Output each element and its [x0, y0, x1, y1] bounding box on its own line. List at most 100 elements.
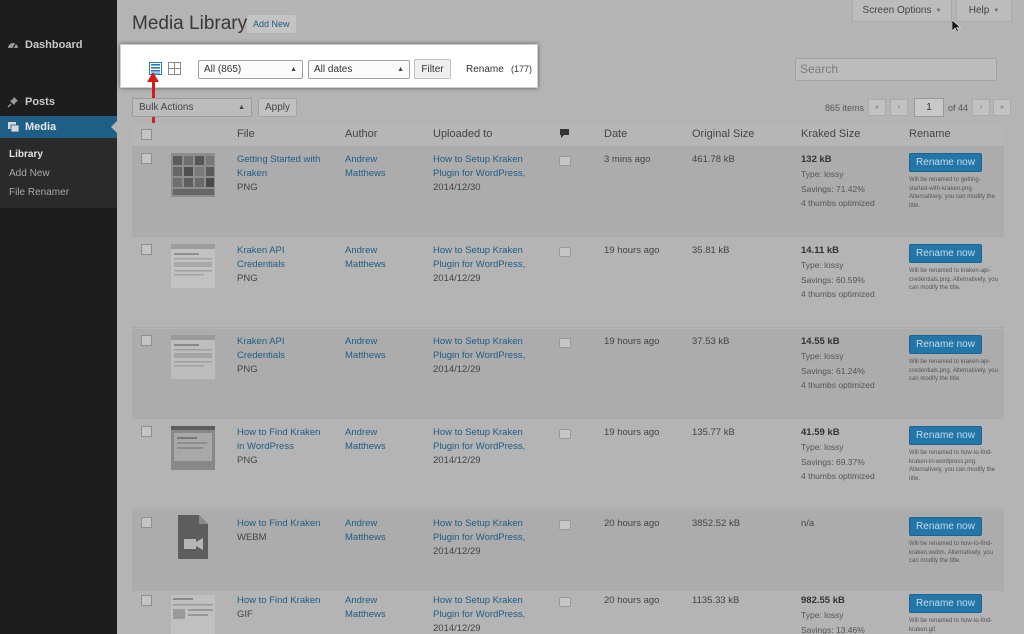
col-uploaded[interactable]: Uploaded to [433, 128, 492, 140]
uploaded-to-link[interactable]: Plugin for WordPress, [433, 531, 525, 545]
date-cell: 20 hours ago [604, 518, 660, 529]
file-title-link[interactable]: Kraken API [237, 244, 285, 258]
select-arrows-icon: ▲ [290, 66, 297, 73]
first-page-button[interactable]: « [868, 99, 886, 116]
col-author[interactable]: Author [345, 128, 377, 140]
comment-bubble-icon[interactable] [559, 429, 571, 439]
author-link[interactable]: Andrew [345, 153, 386, 167]
uploaded-to-link[interactable]: How to Setup Kraken [433, 594, 525, 608]
help-button[interactable]: Help ▼ [956, 0, 1012, 22]
author-link[interactable]: Matthews [345, 258, 386, 272]
author-link[interactable]: Andrew [345, 594, 386, 608]
col-kraked-size: Kraked Size [801, 128, 861, 140]
select-all-checkbox[interactable] [141, 129, 152, 140]
file-title-link[interactable]: Kraken API [237, 335, 285, 349]
file-type: WEBM [237, 532, 267, 543]
kraked-type: Type: lossy [801, 260, 844, 270]
comment-bubble-icon[interactable] [559, 338, 571, 348]
thumbnail-image[interactable] [171, 153, 215, 197]
submenu-add-new[interactable]: Add New [0, 165, 117, 184]
rename-now-button[interactable]: Rename now [909, 517, 982, 536]
file-title-link[interactable]: Credentials [237, 349, 285, 363]
date-select[interactable]: All dates ▲ [308, 60, 410, 79]
author-link[interactable]: Matthews [345, 349, 386, 363]
uploaded-date: 2014/12/29 [433, 273, 481, 284]
uploaded-to-link[interactable]: Plugin for WordPress, [433, 608, 525, 622]
row-checkbox[interactable] [141, 517, 152, 528]
filter-button[interactable]: Filter [414, 59, 451, 79]
file-title-link[interactable]: How to Find Kraken [237, 594, 320, 608]
comment-bubble-icon[interactable] [559, 156, 571, 166]
file-title-link[interactable]: in WordPress [237, 440, 320, 454]
submenu-file-renamer[interactable]: File Renamer [0, 184, 117, 203]
row-checkbox[interactable] [141, 426, 152, 437]
uploaded-to-link[interactable]: How to Setup Kraken [433, 335, 525, 349]
rename-note: Will be renamed to kraken-api-credential… [909, 268, 998, 291]
comment-bubble-icon[interactable] [559, 247, 571, 257]
uploaded-to-link[interactable]: Plugin for WordPress, [433, 167, 525, 181]
file-title-link[interactable]: Kraken [237, 167, 320, 181]
media-type-select[interactable]: All (865) ▲ [198, 60, 303, 79]
screen-options-button[interactable]: Screen Options ▼ [852, 0, 952, 22]
video-file-icon[interactable] [176, 515, 210, 559]
sidebar-item-label: Dashboard [25, 39, 83, 51]
uploaded-to-link[interactable]: Plugin for WordPress, [433, 258, 525, 272]
grid-view-icon[interactable] [168, 62, 181, 75]
thumbnail-image[interactable] [171, 335, 215, 379]
file-title-link[interactable]: How to Find Kraken [237, 426, 320, 440]
author-link[interactable]: Andrew [345, 244, 386, 258]
col-date[interactable]: Date [604, 128, 627, 140]
comment-bubble-icon[interactable] [559, 597, 571, 607]
author-link[interactable]: Matthews [345, 440, 386, 454]
author-link[interactable]: Andrew [345, 517, 386, 531]
comment-bubble-icon[interactable] [559, 520, 571, 530]
search-input[interactable]: Search [795, 58, 997, 81]
caret-down-icon: ▼ [993, 7, 1000, 14]
sidebar-item-label: Media [25, 121, 57, 133]
rename-note: Will be renamed to getting-started-with-… [909, 177, 995, 209]
author-link[interactable]: Andrew [345, 335, 386, 349]
prev-page-button[interactable]: ‹ [890, 99, 908, 116]
add-new-button[interactable]: Add New [247, 15, 296, 33]
file-title-link[interactable]: Credentials [237, 258, 285, 272]
row-checkbox[interactable] [141, 335, 152, 346]
apply-button[interactable]: Apply [258, 98, 297, 117]
kraked-thumbs: 4 thumbs optimized [801, 471, 875, 481]
uploaded-to-link[interactable]: Plugin for WordPress, [433, 349, 525, 363]
uploaded-to-link[interactable]: How to Setup Kraken [433, 517, 525, 531]
rename-now-button[interactable]: Rename now [909, 594, 982, 613]
uploaded-to-link[interactable]: How to Setup Kraken [433, 244, 525, 258]
row-checkbox[interactable] [141, 595, 152, 606]
author-link[interactable]: Matthews [345, 608, 386, 622]
author-link[interactable]: Matthews [345, 167, 386, 181]
kraked-thumbs: 4 thumbs optimized [801, 289, 875, 299]
author-link[interactable]: Matthews [345, 531, 386, 545]
uploaded-date: 2014/12/29 [433, 364, 481, 375]
file-title-link[interactable]: How to Find Kraken [237, 517, 320, 531]
rename-now-button[interactable]: Rename now [909, 426, 982, 445]
rename-now-button[interactable]: Rename now [909, 153, 982, 172]
row-checkbox[interactable] [141, 244, 152, 255]
bulk-actions-select[interactable]: Bulk Actions ▲ [132, 98, 252, 117]
kraked-savings: Savings: 61.24% [801, 365, 865, 376]
thumbnail-image[interactable] [171, 244, 215, 288]
uploaded-to-link[interactable]: How to Setup Kraken [433, 153, 525, 167]
author-link[interactable]: Andrew [345, 426, 386, 440]
row-checkbox[interactable] [141, 153, 152, 164]
uploaded-to-link[interactable]: Plugin for WordPress, [433, 440, 525, 454]
uploaded-to-link[interactable]: How to Setup Kraken [433, 426, 525, 440]
rename-now-button[interactable]: Rename now [909, 335, 982, 354]
sidebar-item-media[interactable]: Media [0, 116, 117, 138]
rename-now-button[interactable]: Rename now [909, 244, 982, 263]
last-page-button[interactable]: » [993, 99, 1011, 116]
col-file[interactable]: File [237, 128, 255, 140]
thumbnail-image[interactable] [171, 595, 215, 634]
file-title-link[interactable]: Getting Started with [237, 153, 320, 167]
thumbnail-image[interactable] [171, 426, 215, 470]
next-page-button[interactable]: › [972, 99, 990, 116]
sidebar-item-posts[interactable]: Posts [0, 91, 117, 113]
submenu-library[interactable]: Library [0, 146, 117, 165]
sidebar-item-dashboard[interactable]: Dashboard [0, 34, 117, 56]
current-page-input[interactable]: 1 [914, 98, 944, 117]
rename-filter-link[interactable]: Rename [466, 64, 504, 75]
